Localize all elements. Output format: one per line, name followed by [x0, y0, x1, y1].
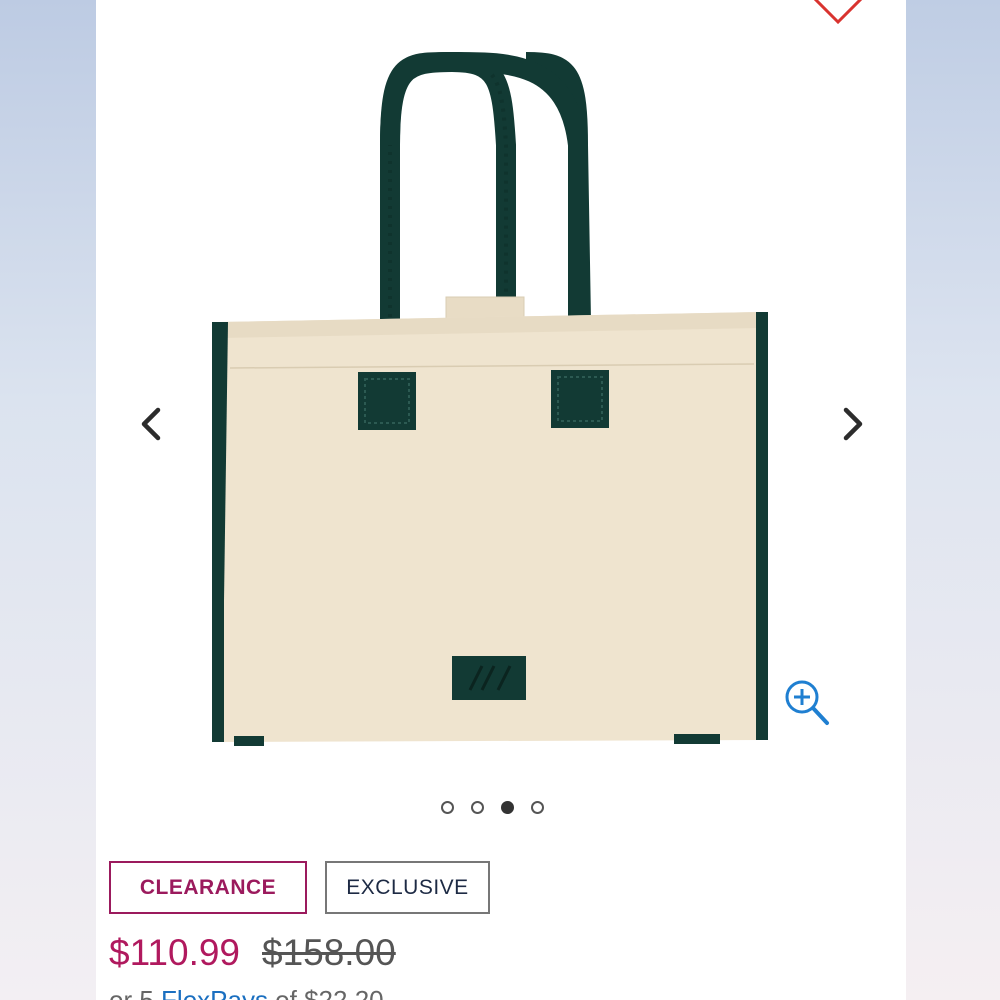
carousel-dot-3-active[interactable] — [501, 801, 514, 814]
heart-icon[interactable] — [808, 0, 868, 24]
flexpay-suffix: of $22.20 — [267, 985, 384, 1000]
zoom-button[interactable] — [768, 667, 844, 739]
product-page: CLEARANCE EXCLUSIVE $110.99 $158.00 or 5… — [96, 0, 906, 1000]
product-image-tote-bag — [212, 51, 768, 746]
clearance-badge: CLEARANCE — [109, 861, 307, 914]
flexpay-offer: or 5 FlexPays of $22.20 — [109, 985, 384, 1000]
sale-price: $110.99 — [109, 932, 240, 973]
screenshot-canvas: CLEARANCE EXCLUSIVE $110.99 $158.00 or 5… — [0, 0, 1000, 1000]
exclusive-badge: EXCLUSIVE — [325, 861, 490, 914]
chevron-left-icon[interactable] — [128, 400, 172, 448]
chevron-right-icon[interactable] — [832, 400, 876, 448]
zoom-in-icon — [785, 680, 829, 725]
carousel-dot-1[interactable] — [441, 801, 454, 814]
carousel-dot-4[interactable] — [531, 801, 544, 814]
original-price: $158.00 — [262, 932, 396, 973]
right-backdrop — [906, 0, 1000, 1000]
price-row: $110.99 $158.00 — [109, 932, 396, 974]
left-backdrop — [0, 0, 96, 1000]
flexpay-prefix: or 5 — [109, 985, 162, 1000]
carousel-dots — [441, 801, 544, 821]
carousel-dot-2[interactable] — [471, 801, 484, 814]
flexpay-link[interactable]: FlexPays — [161, 985, 268, 1000]
